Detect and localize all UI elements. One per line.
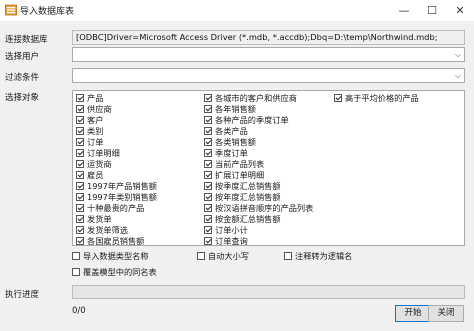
list-item[interactable]: 按季度汇总销售额 [204, 181, 281, 192]
checkbox[interactable] [204, 181, 212, 190]
list-item[interactable]: 按年度汇总销售额 [204, 192, 281, 203]
list-item[interactable]: 各城市的客户和供应商 [204, 93, 297, 104]
checkbox[interactable] [76, 104, 84, 113]
progress-label: 执行进度 [5, 290, 40, 300]
filter-label: 过滤条件 [5, 73, 40, 83]
connection-field[interactable]: [ODBC]Driver=Microsoft Access Driver (*.… [72, 30, 465, 45]
checkbox[interactable] [76, 126, 84, 135]
checkbox[interactable] [204, 214, 212, 223]
checkbox[interactable] [284, 251, 292, 260]
checkbox[interactable] [76, 192, 84, 201]
checkbox[interactable] [204, 203, 212, 212]
list-item[interactable]: 订单明细 [76, 148, 120, 159]
minimize-button[interactable]: — [390, 0, 418, 21]
list-item[interactable]: 按汉语拼音顺序的产品列表 [204, 203, 313, 214]
progress-status: 0/0 [72, 306, 86, 316]
list-item[interactable]: 季度订单 [204, 148, 248, 159]
comment-logical-option[interactable]: 注释转为逻辑名 [284, 251, 352, 262]
list-item[interactable]: 发货单 [76, 214, 112, 225]
user-select[interactable]: ⌵ [72, 47, 465, 62]
checkbox[interactable] [76, 225, 84, 234]
checkbox[interactable] [76, 115, 84, 124]
checkbox[interactable] [204, 126, 212, 135]
checkbox[interactable] [76, 93, 84, 102]
import-types-option[interactable]: 导入数据类型名称 [72, 251, 149, 262]
list-item[interactable]: 订单 [76, 137, 103, 148]
objects-listbox[interactable]: 产品 供应商 客户 类别 订单 订单明细 运货商 雇员 1997年产品销售额 1… [72, 90, 465, 246]
list-item[interactable]: 扩展订单明细 [204, 170, 264, 181]
app-icon [5, 4, 17, 16]
close-button[interactable]: 关闭 [428, 305, 464, 322]
list-item[interactable]: 订单查询 [204, 236, 248, 247]
checkbox[interactable] [204, 225, 212, 234]
list-item[interactable]: 运货商 [76, 159, 112, 170]
filter-select[interactable]: ⌵ [72, 68, 465, 83]
list-item[interactable]: 发货单筛选 [76, 225, 128, 236]
title-bar: 导入数据库表 — ☐ ✕ [0, 0, 474, 21]
maximize-button[interactable]: ☐ [418, 0, 446, 21]
window-title: 导入数据库表 [20, 7, 75, 17]
checkbox[interactable] [76, 203, 84, 212]
objects-label: 选择对象 [5, 93, 40, 103]
checkbox[interactable] [204, 93, 212, 102]
list-item[interactable]: 雇员 [76, 170, 103, 181]
user-label: 选择用户 [5, 52, 40, 62]
list-item[interactable]: 产品 [76, 93, 103, 104]
checkbox[interactable] [204, 192, 212, 201]
checkbox[interactable] [76, 214, 84, 223]
checkbox[interactable] [76, 159, 84, 168]
checkbox[interactable] [334, 93, 342, 102]
list-item[interactable]: 1997年类别销售额 [76, 192, 157, 203]
list-item[interactable]: 当前产品列表 [204, 159, 264, 170]
list-item[interactable]: 供应商 [76, 104, 112, 115]
checkbox[interactable] [72, 251, 80, 260]
list-item[interactable]: 各年销售额 [204, 104, 256, 115]
checkbox[interactable] [204, 104, 212, 113]
checkbox[interactable] [204, 170, 212, 179]
list-item[interactable]: 类别 [76, 126, 103, 137]
checkbox[interactable] [204, 236, 212, 245]
list-item[interactable]: 各种产品的季度订单 [204, 115, 289, 126]
list-item[interactable]: 各类销售额 [204, 137, 256, 148]
auto-size-option[interactable]: 自动大小写 [197, 251, 249, 262]
checkbox[interactable] [76, 170, 84, 179]
overwrite-same-option[interactable]: 覆盖模型中的同名表 [72, 267, 157, 278]
list-item[interactable]: 客户 [76, 115, 103, 126]
list-item[interactable]: 各类产品 [204, 126, 248, 137]
list-item[interactable]: 订单小计 [204, 225, 248, 236]
checkbox[interactable] [204, 159, 212, 168]
checkbox[interactable] [76, 148, 84, 157]
list-item[interactable]: 1997年产品销售额 [76, 181, 157, 192]
checkbox[interactable] [76, 236, 84, 245]
list-item[interactable]: 十种最贵的产品 [76, 203, 144, 214]
checkbox[interactable] [197, 251, 205, 260]
checkbox[interactable] [76, 137, 84, 146]
close-window-button[interactable]: ✕ [446, 0, 474, 21]
checkbox[interactable] [204, 137, 212, 146]
start-button[interactable]: 开始 [395, 305, 431, 322]
checkbox[interactable] [204, 115, 212, 124]
connection-value: [ODBC]Driver=Microsoft Access Driver (*.… [76, 32, 438, 42]
checkbox[interactable] [204, 148, 212, 157]
connection-label: 连接数据库 [5, 35, 48, 45]
list-item[interactable]: 按金额汇总销售额 [204, 214, 281, 225]
list-item[interactable]: 各国雇员销售额 [76, 236, 144, 247]
chevron-down-icon: ⌵ [454, 50, 461, 59]
list-item[interactable]: 高于平均价格的产品 [334, 93, 419, 104]
checkbox[interactable] [72, 267, 80, 276]
chevron-down-icon: ⌵ [454, 71, 461, 80]
progress-bar [72, 285, 465, 299]
checkbox[interactable] [76, 181, 84, 190]
